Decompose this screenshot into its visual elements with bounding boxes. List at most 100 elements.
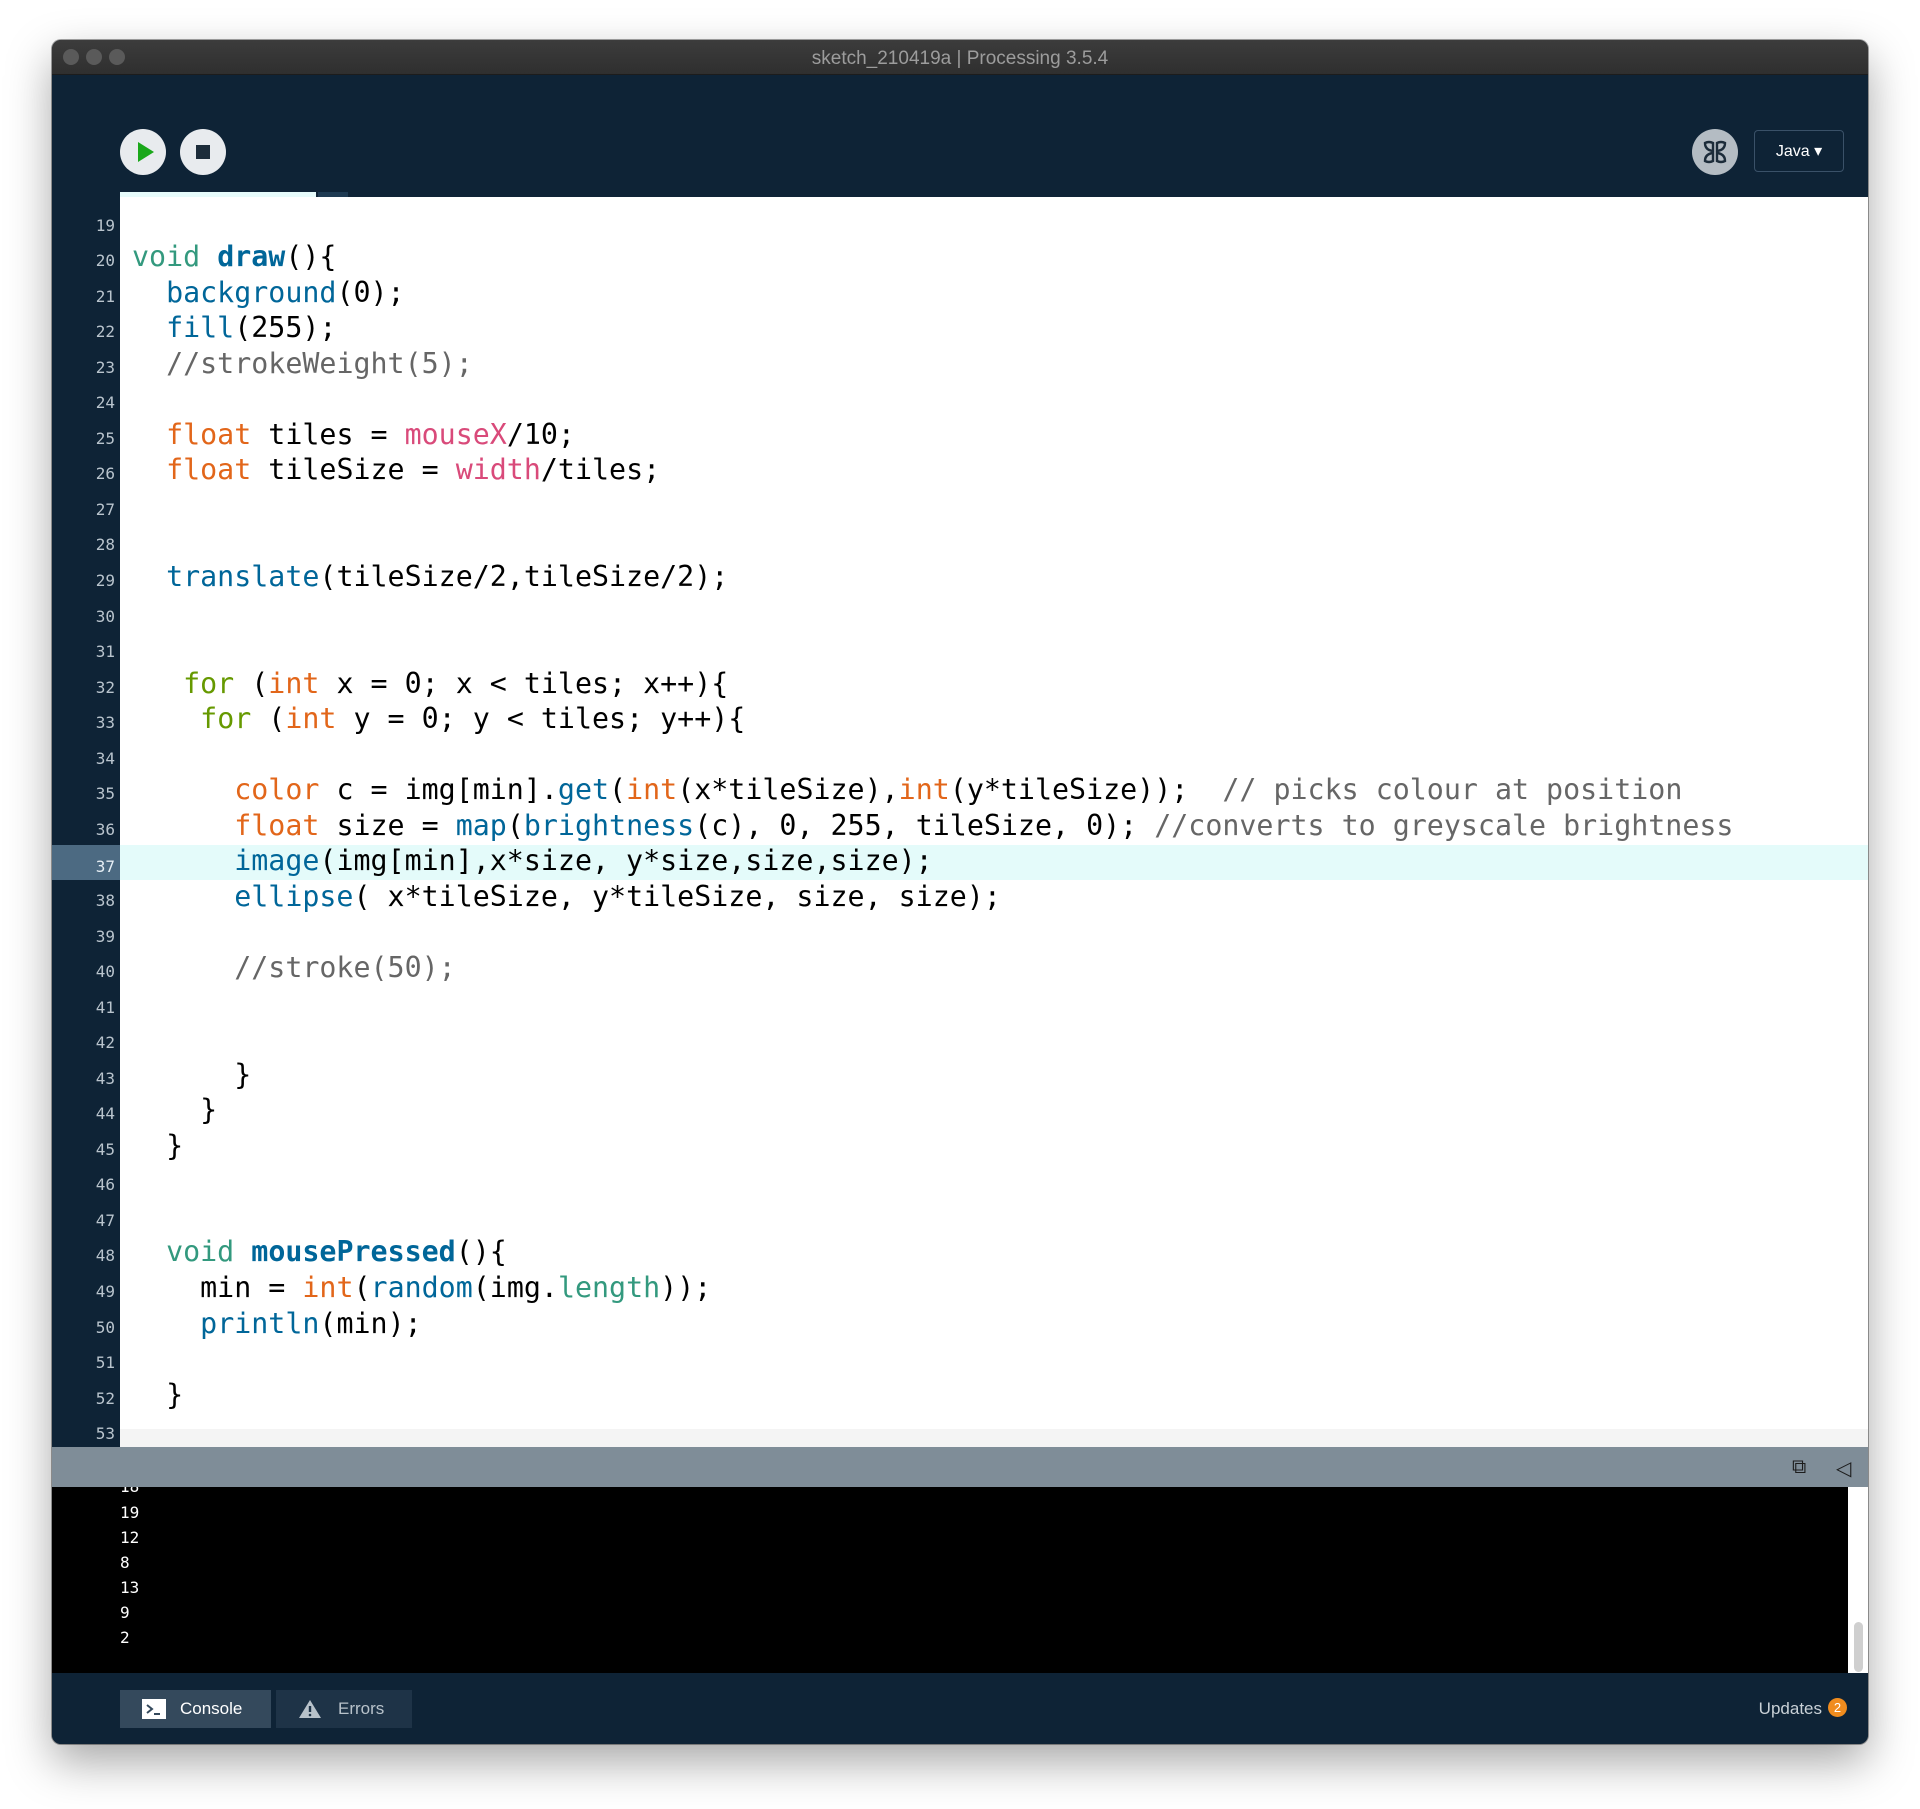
line-number: 51 <box>95 1353 115 1373</box>
code-line[interactable]: 21 background(0); <box>96 276 1868 312</box>
code-editor[interactable]: 19 20 void draw(){21 background(0); 22 fill… <box>52 197 1868 1447</box>
console-header: ⧉ ◁ <box>52 1447 1868 1487</box>
title-bar: sketch_210419a | Processing 3.5.4 <box>52 40 1868 75</box>
line-number: 45 <box>95 1139 115 1159</box>
code-line[interactable]: 42 <box>96 1023 1868 1059</box>
line-number: 37 <box>52 844 120 881</box>
code-line[interactable]: 24 <box>96 383 1868 419</box>
warning-icon <box>299 1700 321 1718</box>
stop-button[interactable] <box>180 129 226 175</box>
code-line[interactable]: 36 float size = map(brightness(c), 0, 25… <box>96 809 1868 845</box>
updates-button[interactable]: Updates 2 <box>1759 1690 1847 1728</box>
console-line: 8 <box>120 1553 130 1572</box>
code-line[interactable]: 52 } <box>96 1377 1868 1414</box>
mode-selector[interactable]: Java ▾ <box>1754 130 1844 172</box>
code-line[interactable]: 38 ellipse( x*tileSize, y*tileSize, size… <box>96 880 1868 916</box>
line-number: 53 <box>95 1424 115 1444</box>
line-number: 48 <box>95 1246 115 1266</box>
terminal-icon <box>142 1699 166 1719</box>
line-number: 39 <box>95 926 115 946</box>
code-line[interactable]: 30 <box>96 596 1868 632</box>
code-text: color c = img[min].get(int(x*tileSize),i… <box>234 773 1683 807</box>
line-number: 46 <box>95 1175 115 1195</box>
line-number: 34 <box>95 748 115 768</box>
collapse-triangle-icon[interactable]: ◁ <box>1836 1456 1851 1481</box>
line-number: 41 <box>95 997 115 1017</box>
line-number: 42 <box>95 1033 115 1053</box>
code-line[interactable]: 34 <box>96 738 1868 774</box>
console-line-partial: 18 <box>120 1487 139 1496</box>
code-line[interactable]: 33 for (int y = 0; y < tiles; y++){ <box>96 702 1868 739</box>
line-number: 35 <box>95 784 115 804</box>
code-line[interactable]: 44 } <box>96 1093 1868 1130</box>
code-line[interactable]: 46 <box>96 1165 1868 1201</box>
debugger-butterfly-icon <box>1703 140 1727 164</box>
updates-label: Updates <box>1758 1699 1822 1718</box>
code-line[interactable]: 47 <box>96 1200 1868 1236</box>
code-line[interactable]: 43 } <box>96 1057 1868 1094</box>
updates-count-badge: 2 <box>1828 1698 1847 1718</box>
current-code-line[interactable]: 37 image(img[min],x*size, y*size,size,si… <box>52 844 1868 881</box>
console-tab[interactable]: Console <box>120 1690 271 1728</box>
status-bar: Console Errors Updates 2 <box>52 1673 1868 1744</box>
code-line[interactable]: 32 for (int x = 0; x < tiles; x++){ <box>96 666 1868 703</box>
line-number: 21 <box>95 286 115 306</box>
code-text: float tiles = mouseX/10; <box>166 417 575 451</box>
code-text: image(img[min],x*size, y*size,size,size)… <box>234 844 933 878</box>
code-text: void draw(){ <box>132 240 337 274</box>
debugger-button[interactable] <box>1692 129 1738 175</box>
code-line[interactable]: 48 void mousePressed(){ <box>96 1235 1868 1272</box>
code-line[interactable]: 22 fill(255); <box>96 311 1868 348</box>
line-number: 25 <box>95 428 115 448</box>
code-line[interactable]: 40 //stroke(50); <box>96 951 1868 988</box>
code-line[interactable]: 51 <box>96 1343 1868 1379</box>
line-number: 31 <box>95 642 115 662</box>
editor-horizontal-scrollbar[interactable] <box>120 1429 1868 1447</box>
line-number: 30 <box>95 606 115 626</box>
code-line[interactable]: 26 float tileSize = width/tiles; <box>96 453 1868 490</box>
code-line[interactable]: 41 <box>96 987 1868 1023</box>
code-line[interactable]: 19 <box>96 205 1868 241</box>
code-text: //stroke(50); <box>234 951 456 985</box>
console-line: 13 <box>120 1578 140 1597</box>
copy-icon[interactable]: ⧉ <box>1792 1456 1806 1479</box>
console-scroll-thumb[interactable] <box>1854 1622 1863 1672</box>
code-line[interactable]: 29 translate(tileSize/2,tileSize/2); <box>96 560 1868 597</box>
code-text: float tileSize = width/tiles; <box>166 453 661 487</box>
console-tab-label: Console <box>180 1699 243 1718</box>
code-text: translate(tileSize/2,tileSize/2); <box>166 560 729 593</box>
play-icon <box>138 142 154 162</box>
processing-window: sketch_210419a | Processing 3.5.4 Java ▾… <box>52 40 1868 1744</box>
code-line[interactable]: 27 <box>96 489 1868 525</box>
line-number: 44 <box>95 1104 115 1124</box>
line-number: 19 <box>95 215 115 235</box>
code-line[interactable]: 20 void draw(){ <box>96 240 1868 277</box>
stop-icon <box>196 145 210 159</box>
line-number: 49 <box>95 1282 115 1301</box>
code-text: for (int x = 0; x < tiles; x++){ <box>183 666 729 700</box>
code-line[interactable]: 31 <box>96 632 1868 668</box>
line-number: 27 <box>95 499 115 519</box>
code-text: } <box>132 1057 252 1091</box>
console-output[interactable]: 18 19 12 8 13 9 2 <box>52 1487 1848 1673</box>
line-number: 29 <box>95 571 115 590</box>
code-line[interactable]: 49 min = int(random(img.length)); <box>96 1271 1868 1308</box>
code-line[interactable]: 25 float tiles = mouseX/10; <box>96 417 1868 454</box>
line-number: 38 <box>95 890 115 910</box>
code-line[interactable]: 45 } <box>96 1129 1868 1165</box>
code-line[interactable]: 50 println(min); <box>96 1306 1868 1343</box>
code-line[interactable]: 39 <box>96 916 1868 952</box>
code-line[interactable]: 28 <box>96 525 1868 561</box>
code-text: min = int(random(img.length)); <box>132 1271 712 1304</box>
code-line[interactable]: 35 color c = img[min].get(int(x*tileSize… <box>96 773 1868 810</box>
code-text: println(min); <box>200 1306 422 1340</box>
code-text: void mousePressed(){ <box>166 1235 507 1269</box>
errors-tab[interactable]: Errors <box>276 1690 412 1728</box>
code-line[interactable]: 23 //strokeWeight(5); <box>96 347 1868 383</box>
run-button[interactable] <box>120 129 166 175</box>
code-text: } <box>132 1377 184 1411</box>
code-lines: 19 20 void draw(){21 background(0); 22 fill… <box>52 197 1868 1447</box>
line-number: 47 <box>95 1210 115 1230</box>
code-text: for (int y = 0; y < tiles; y++){ <box>200 702 746 736</box>
line-number: 20 <box>95 251 115 271</box>
